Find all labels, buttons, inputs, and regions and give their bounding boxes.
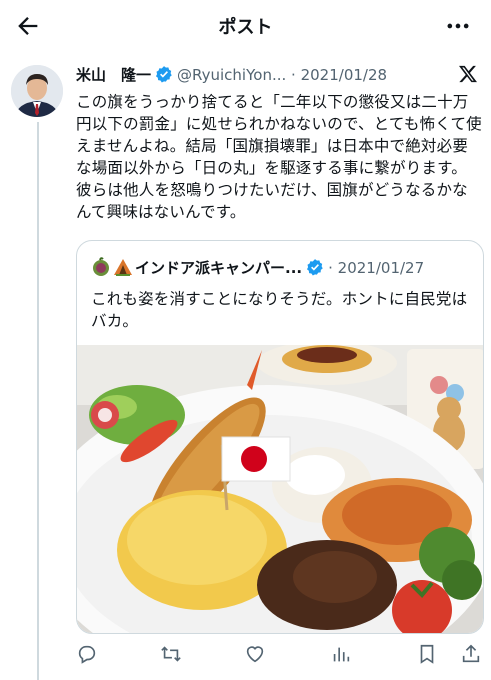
verified-badge-icon — [306, 258, 324, 282]
separator-dot: · — [291, 66, 296, 84]
quote-text: これも姿を消すことになりそうだ。ホントに自民党はバカ。 — [91, 290, 468, 330]
more-horizontal-icon — [447, 23, 469, 29]
quoted-post[interactable]: インドア派キャンパー... · 2021/01/27 これも姿を消すことになりそう… — [76, 240, 484, 634]
like-button[interactable] — [244, 643, 266, 665]
retweet-icon — [161, 646, 181, 662]
vegetable-emoji-icon — [91, 257, 111, 277]
action-bar — [76, 641, 482, 667]
bookmark-button[interactable] — [416, 643, 438, 665]
page-title: ポスト — [218, 17, 273, 38]
more-button[interactable] — [444, 12, 472, 40]
tent-emoji-icon — [113, 257, 133, 277]
reply-icon — [78, 645, 96, 664]
author-name[interactable]: 米山 隆一 — [76, 66, 151, 84]
quote-header: インドア派キャンパー... · 2021/01/27 — [91, 257, 424, 279]
share-button[interactable] — [460, 643, 482, 665]
x-logo-icon — [458, 64, 478, 84]
retweet-button[interactable] — [160, 643, 182, 665]
verified-badge-icon — [155, 65, 173, 89]
post-date[interactable]: 2021/01/28 — [301, 66, 387, 84]
views-button[interactable] — [330, 643, 352, 665]
author-handle[interactable]: @RyuichiYon... — [177, 66, 286, 84]
quote-photo[interactable] — [77, 341, 483, 633]
share-icon — [462, 644, 480, 663]
avatar[interactable] — [11, 65, 63, 117]
bookmark-icon — [420, 644, 434, 664]
post-text: この旗をうっかり捨てると「二年以下の懲役又は二十万円以下の罰金」に処せられかねな… — [76, 93, 482, 221]
views-icon — [333, 647, 350, 662]
reply-button[interactable] — [76, 643, 98, 665]
quote-date[interactable]: 2021/01/27 — [338, 259, 424, 277]
quote-author-name[interactable]: インドア派キャンパー... — [135, 259, 302, 277]
top-bar: ポスト — [0, 0, 491, 52]
post-header: 米山 隆一 @RyuichiYon... · 2021/01/28 — [76, 64, 456, 86]
thread-line — [37, 122, 39, 680]
like-icon — [246, 646, 264, 663]
separator-dot: · — [328, 259, 333, 277]
